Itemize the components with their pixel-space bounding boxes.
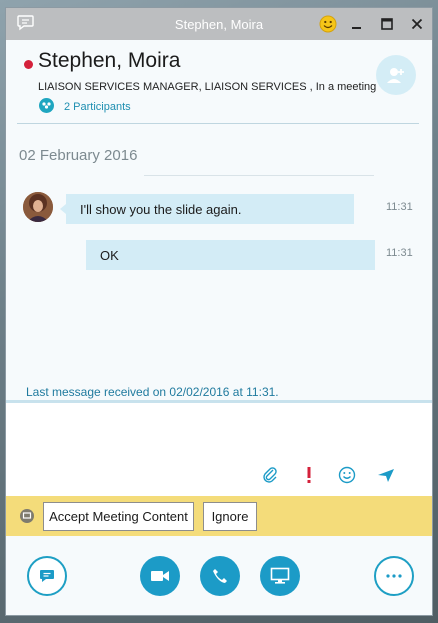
phone-icon — [213, 569, 227, 583]
accept-meeting-content-button[interactable]: Accept Meeting Content — [43, 502, 194, 531]
video-button[interactable] — [140, 556, 180, 596]
contact-name[interactable]: Stephen, Moira — [38, 49, 180, 73]
message-input[interactable] — [6, 403, 432, 496]
emoticon-status-button[interactable] — [314, 8, 342, 40]
maximize-icon — [381, 18, 393, 30]
emoticon-button[interactable] — [337, 465, 357, 485]
more-options-button[interactable] — [374, 556, 414, 596]
window-title: Stephen, Moira — [174, 16, 264, 32]
send-button[interactable] — [376, 465, 396, 485]
minimize-icon — [352, 27, 361, 29]
last-message-status: Last message received on 02/02/2016 at 1… — [26, 385, 279, 399]
close-button[interactable] — [402, 8, 432, 40]
call-button[interactable] — [200, 556, 240, 596]
contact-avatar[interactable] — [23, 192, 53, 222]
presence-indicator — [24, 60, 33, 69]
monitor-icon — [270, 567, 290, 584]
meeting-content-notification: Accept Meeting Content Ignore — [6, 496, 432, 536]
im-icon — [40, 570, 54, 582]
importance-button[interactable] — [299, 465, 319, 485]
attach-icon — [263, 467, 277, 483]
video-icon — [151, 571, 169, 581]
importance-icon — [307, 467, 311, 483]
contact-title-status: LIAISON SERVICES MANAGER, LIAISON SERVIC… — [38, 81, 377, 93]
smiley-icon — [319, 15, 337, 33]
add-participant-button[interactable] — [376, 55, 416, 95]
attach-button[interactable] — [260, 465, 280, 485]
header-divider — [17, 123, 419, 124]
message-timestamp: 11:31 — [386, 247, 413, 259]
conversation-window: Stephen, Moira Stephen, Moira LIAISON SE… — [5, 7, 433, 616]
maximize-button[interactable] — [372, 8, 402, 40]
notification-icon — [20, 509, 34, 523]
skype-logo-icon — [17, 15, 34, 31]
participants-link[interactable]: 2 Participants — [64, 101, 131, 113]
message-timestamp: 11:31 — [386, 201, 413, 213]
title-bar: Stephen, Moira — [6, 8, 432, 40]
date-divider — [144, 175, 374, 176]
message-bubble: I'll show you the slide again. — [60, 194, 354, 224]
ignore-button[interactable]: Ignore — [203, 502, 257, 531]
minimize-button[interactable] — [342, 8, 372, 40]
conversation-date: 02 February 2016 — [19, 147, 138, 164]
emoticon-icon — [338, 466, 356, 484]
close-icon — [411, 18, 423, 30]
send-icon — [378, 469, 394, 482]
present-button[interactable] — [260, 556, 300, 596]
message-bubble: OK — [86, 240, 375, 270]
more-icon — [386, 574, 402, 578]
participants-icon — [39, 98, 54, 113]
add-person-icon — [387, 68, 404, 83]
im-button[interactable] — [27, 556, 67, 596]
